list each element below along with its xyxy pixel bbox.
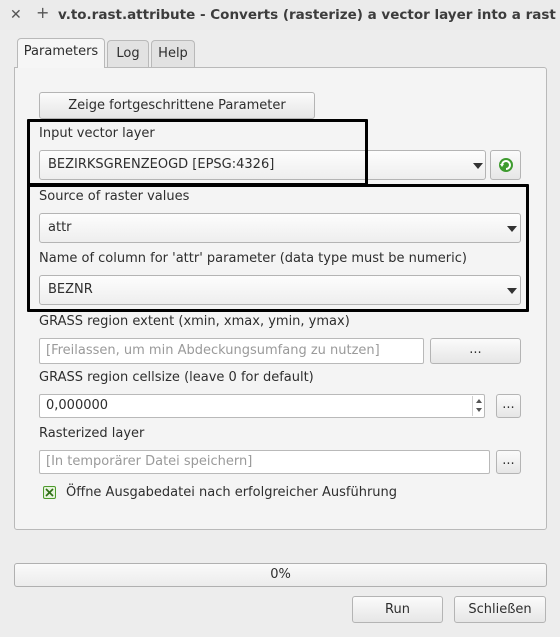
highlight-box-input-layer [27, 119, 368, 186]
refresh-icon [498, 158, 513, 172]
output-label: Rasterized layer [39, 426, 145, 441]
open-output-label: Öffne Ausgabedatei nach erfolgreicher Au… [66, 485, 398, 500]
progress-bar: 0% [14, 563, 547, 587]
window-title: v.to.rast.attribute - Converts (rasteriz… [58, 7, 556, 23]
tab-log[interactable]: Log [107, 40, 149, 68]
cellsize-spinbox[interactable]: 0,000000 [39, 394, 485, 418]
checkbox-checked-icon[interactable] [43, 486, 56, 499]
cellsize-expression-button[interactable]: ... [496, 394, 521, 418]
extent-label: GRASS region extent (xmin, xmax, ymin, y… [39, 314, 350, 329]
close-button[interactable]: Schließen [454, 596, 546, 623]
checkmark-icon [45, 488, 54, 497]
pin-icon[interactable]: + [36, 5, 49, 21]
show-advanced-button[interactable]: Zeige fortgeschrittene Parameter [39, 92, 315, 119]
tab-parameters[interactable]: Parameters [17, 38, 105, 68]
highlight-box-source-column [27, 184, 529, 312]
cellsize-value: 0,000000 [46, 398, 109, 413]
spin-down-icon[interactable] [476, 408, 482, 412]
output-browse-button[interactable]: ... [496, 450, 521, 474]
close-icon[interactable]: ✕ [10, 7, 22, 23]
refresh-layer-button[interactable] [490, 150, 521, 180]
progress-text: 0% [270, 567, 291, 582]
dropdown-arrow-icon [473, 163, 483, 169]
extent-input[interactable]: [Freilassen, um min Abdeckungsumfang zu … [39, 338, 424, 364]
run-button[interactable]: Run [352, 596, 443, 623]
extent-select-button[interactable]: ... [430, 338, 521, 364]
cellsize-label: GRASS region cellsize (leave 0 for defau… [39, 370, 314, 385]
output-placeholder: [In temporärer Datei speichern] [46, 454, 253, 469]
output-file-input[interactable]: [In temporärer Datei speichern] [39, 450, 490, 474]
extent-placeholder: [Freilassen, um min Abdeckungsumfang zu … [46, 343, 380, 358]
spin-up-icon[interactable] [476, 399, 482, 403]
tab-help[interactable]: Help [151, 40, 195, 68]
spinbox-buttons [472, 396, 484, 416]
